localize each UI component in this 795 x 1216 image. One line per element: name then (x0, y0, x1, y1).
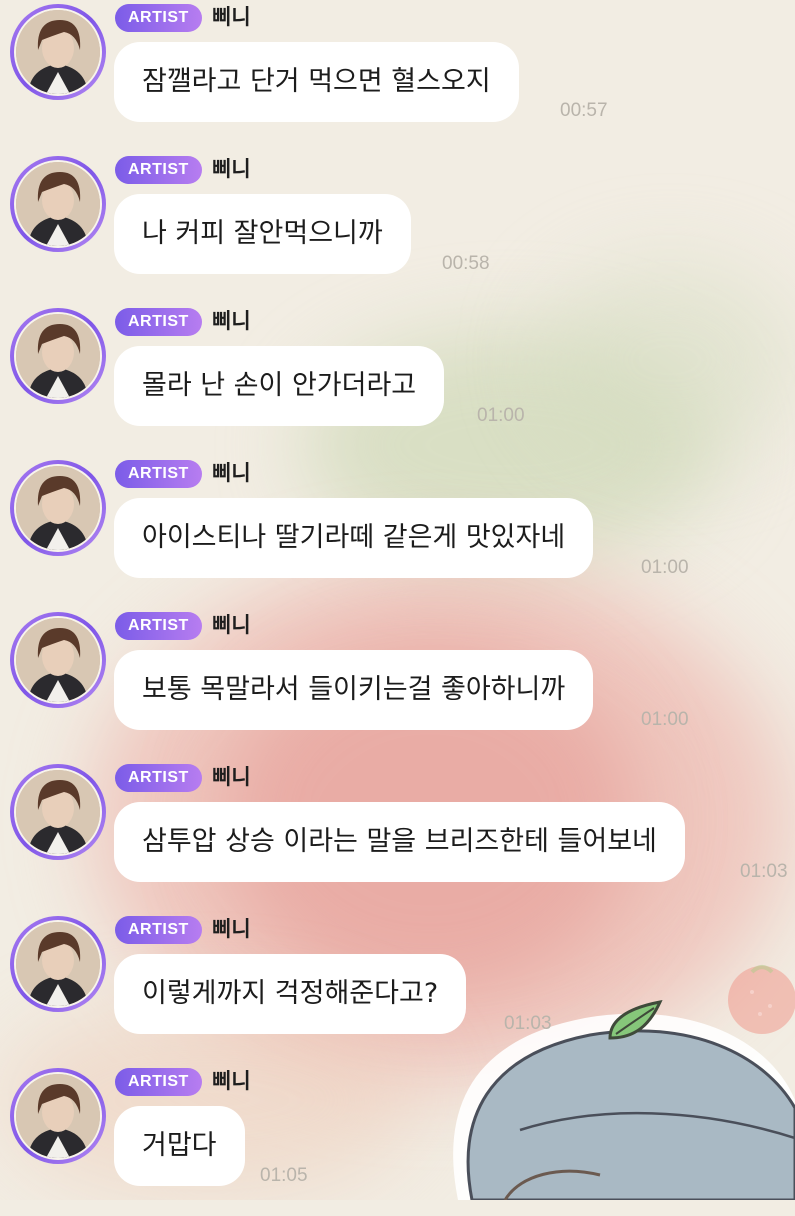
message-bubble[interactable]: 나 커피 잘안먹으니까 (114, 194, 411, 274)
message-bubble[interactable]: 거맙다 (114, 1106, 245, 1186)
message-bubble[interactable]: 몰라 난 손이 안가더라고 (114, 346, 445, 426)
message-timestamp: 01:00 (641, 709, 689, 730)
artist-avatar[interactable] (10, 916, 106, 1012)
avatar-photo (16, 466, 100, 550)
message-timestamp: 01:03 (504, 1013, 552, 1034)
avatar-photo (16, 314, 100, 398)
sender-name[interactable]: 삐니 (212, 307, 251, 335)
chat-message: ARTIST 삐니 아이스티나 딸기라떼 같은게 맛있자네 01:00 (0, 456, 795, 608)
artist-badge: ARTIST (115, 308, 202, 336)
sender-name[interactable]: 삐니 (212, 155, 251, 183)
chat-message: ARTIST 삐니 잠깰라고 단거 먹으면 혈스오지 00:57 (0, 0, 795, 152)
chat-message: ARTIST 삐니 이렇게까지 걱정해준다고? 01:03 (0, 912, 795, 1064)
chat-message: ARTIST 삐니 보통 목말라서 들이키는걸 좋아하니까 01:00 (0, 608, 795, 760)
message-timestamp: 00:57 (560, 100, 608, 121)
chat-message: ARTIST 삐니 거맙다 01:05 (0, 1064, 795, 1216)
message-bubble[interactable]: 잠깰라고 단거 먹으면 혈스오지 (114, 42, 519, 122)
message-bubble[interactable]: 삼투압 상승 이라는 말을 브리즈한테 들어보네 (114, 802, 685, 882)
avatar-photo (16, 162, 100, 246)
artist-avatar[interactable] (10, 156, 106, 252)
avatar-photo (16, 618, 100, 702)
message-bubble[interactable]: 아이스티나 딸기라떼 같은게 맛있자네 (114, 498, 594, 578)
avatar-photo (16, 1074, 100, 1158)
chat-message: ARTIST 삐니 몰라 난 손이 안가더라고 01:00 (0, 304, 795, 456)
artist-badge: ARTIST (115, 764, 202, 792)
sender-name[interactable]: 삐니 (212, 915, 251, 943)
chat-message: ARTIST 삐니 나 커피 잘안먹으니까 00:58 (0, 152, 795, 304)
artist-avatar[interactable] (10, 612, 106, 708)
artist-badge: ARTIST (115, 1068, 202, 1096)
artist-avatar[interactable] (10, 460, 106, 556)
sender-name[interactable]: 삐니 (212, 459, 251, 487)
sender-name[interactable]: 삐니 (212, 1067, 251, 1095)
message-timestamp: 01:00 (477, 405, 525, 426)
sender-name[interactable]: 삐니 (212, 3, 251, 31)
sender-name[interactable]: 삐니 (212, 611, 251, 639)
artist-avatar[interactable] (10, 764, 106, 860)
artist-badge: ARTIST (115, 916, 202, 944)
message-bubble[interactable]: 보통 목말라서 들이키는걸 좋아하니까 (114, 650, 594, 730)
message-bubble[interactable]: 이렇게까지 걱정해준다고? (114, 954, 467, 1034)
avatar-photo (16, 922, 100, 1006)
message-timestamp: 01:00 (641, 557, 689, 578)
sender-name[interactable]: 삐니 (212, 763, 251, 791)
artist-avatar[interactable] (10, 4, 106, 100)
message-timestamp: 01:05 (260, 1165, 308, 1186)
avatar-photo (16, 10, 100, 94)
message-timestamp: 01:03 (740, 861, 788, 882)
artist-badge: ARTIST (115, 460, 202, 488)
artist-badge: ARTIST (115, 156, 202, 184)
artist-badge: ARTIST (115, 4, 202, 32)
artist-avatar[interactable] (10, 1068, 106, 1164)
chat-message: ARTIST 삐니 삼투압 상승 이라는 말을 브리즈한테 들어보네 01:03 (0, 760, 795, 912)
message-timestamp: 00:58 (442, 253, 490, 274)
artist-badge: ARTIST (115, 612, 202, 640)
avatar-photo (16, 770, 100, 854)
artist-avatar[interactable] (10, 308, 106, 404)
